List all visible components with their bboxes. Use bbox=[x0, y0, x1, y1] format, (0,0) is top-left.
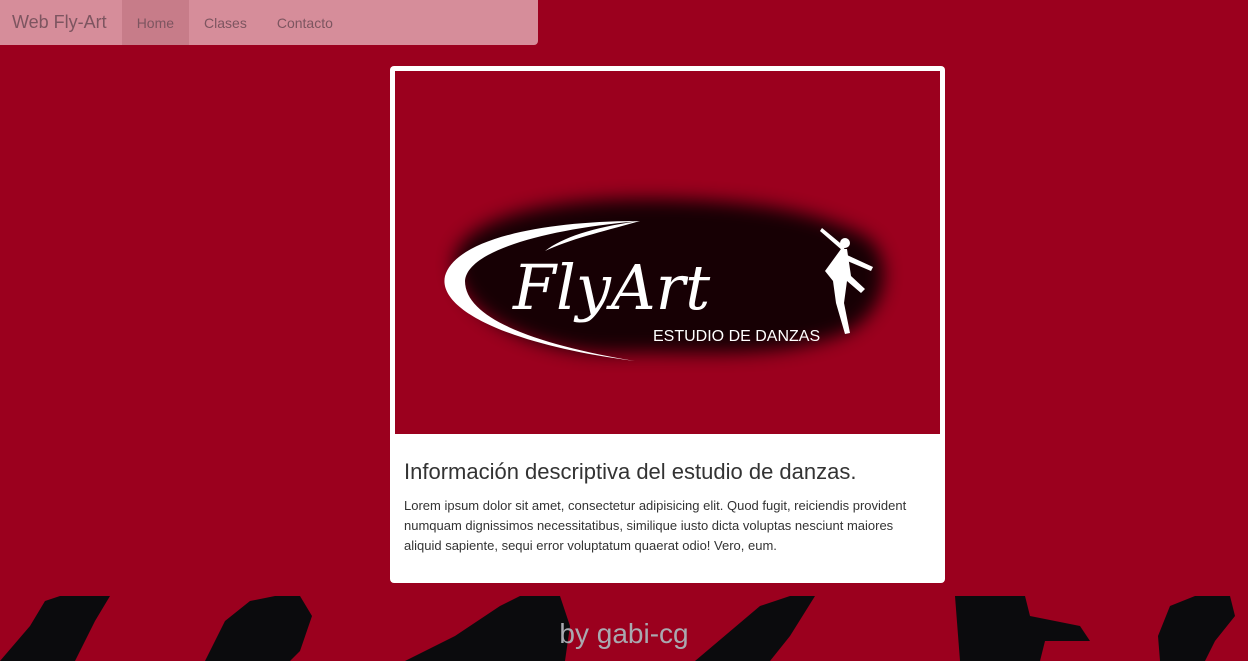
card-body: Lorem ipsum dolor sit amet, consectetur … bbox=[404, 498, 907, 554]
nav-clases[interactable]: Clases bbox=[189, 0, 262, 45]
card-title: Información descriptiva del estudio de d… bbox=[404, 459, 857, 484]
logo-image: FlyArt ESTUDIO DE DANZAS bbox=[395, 71, 940, 434]
info-card: FlyArt ESTUDIO DE DANZAS Información des… bbox=[390, 66, 945, 583]
card-caption: Información descriptiva del estudio de d… bbox=[395, 434, 940, 556]
navbar: Web Fly-Art Home Clases Contacto bbox=[0, 0, 538, 45]
nav-contacto[interactable]: Contacto bbox=[262, 0, 348, 45]
brand-link[interactable]: Web Fly-Art bbox=[0, 0, 122, 45]
footer-credit: by gabi-cg bbox=[559, 618, 689, 649]
logo-text: FlyArt bbox=[512, 251, 710, 324]
nav-home[interactable]: Home bbox=[121, 0, 190, 45]
logo-subtitle: ESTUDIO DE DANZAS bbox=[653, 328, 820, 345]
flyart-logo: FlyArt ESTUDIO DE DANZAS bbox=[444, 198, 884, 361]
